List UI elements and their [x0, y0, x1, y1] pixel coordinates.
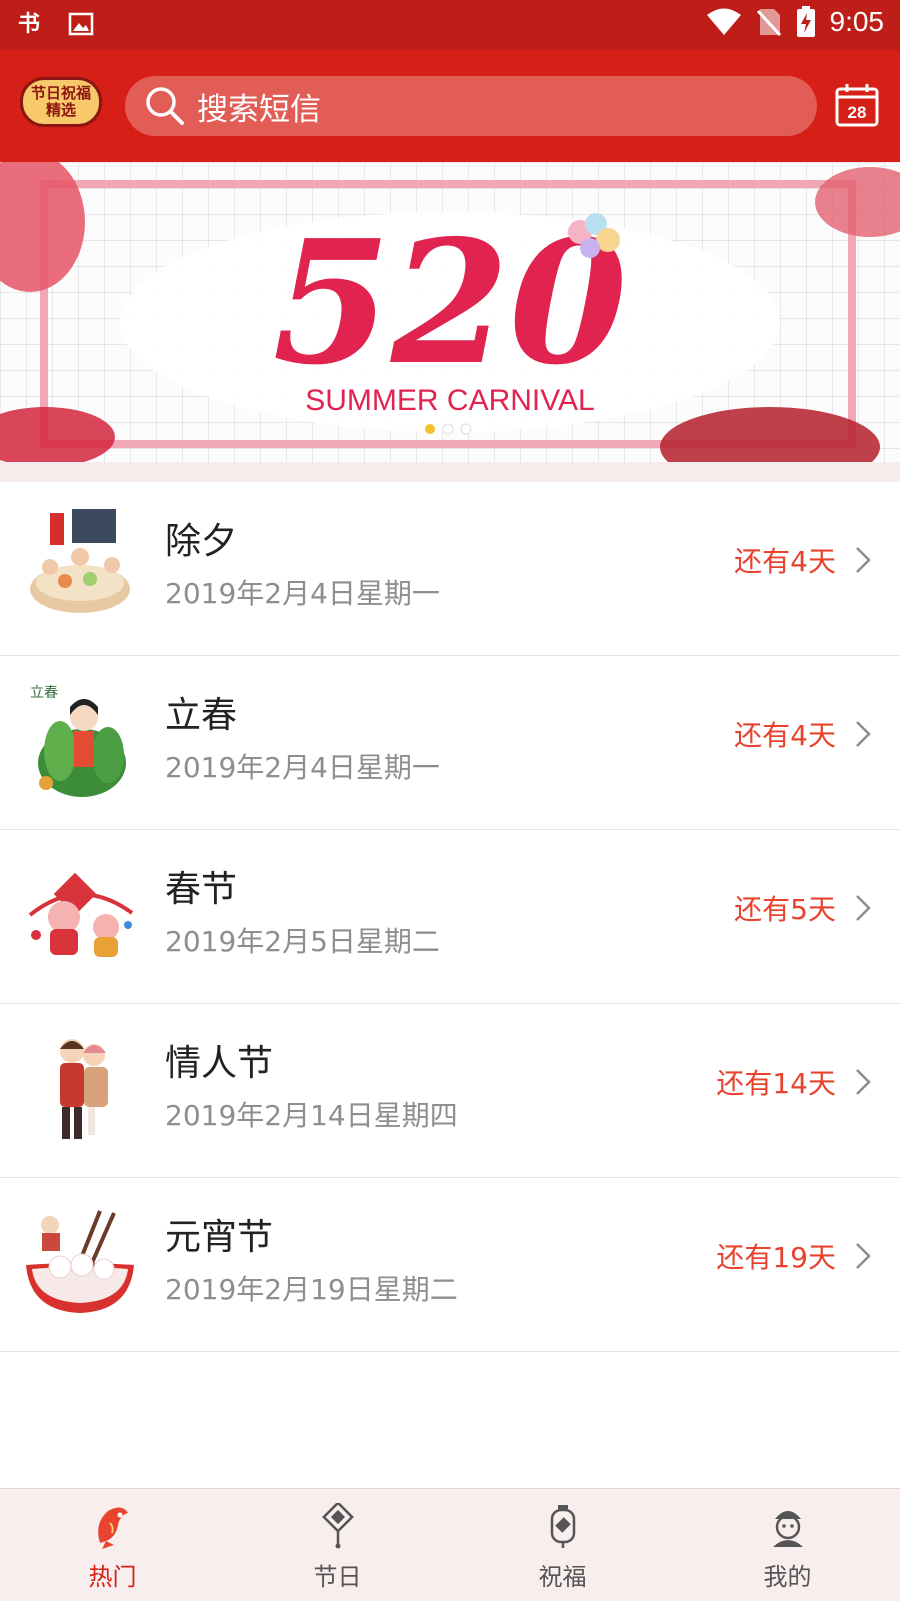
calendar-day: 28	[848, 103, 867, 122]
festival-row-yuanxiao[interactable]: 元宵节 2019年2月19日星期二 还有19天	[0, 1178, 900, 1352]
status-right: 9:05	[706, 6, 885, 38]
section-divider	[0, 462, 900, 482]
days-remaining: 还有4天	[734, 719, 836, 752]
festival-row-lichun[interactable]: 立春 立春 2019年2月4日星期一 还有4天	[0, 656, 900, 830]
festival-name: 立春	[165, 695, 238, 736]
status-bar: 书 9:05	[0, 0, 900, 50]
knot-icon	[322, 1503, 354, 1549]
reunion-dinner-thumbnail	[30, 509, 130, 613]
days-remaining: 还有5天	[734, 893, 836, 926]
banner-artwork: 520 SUMMER CARNIVAL	[0, 162, 900, 462]
tab-label: 热门	[88, 1563, 137, 1591]
battery-charging-icon	[796, 6, 815, 37]
festival-name: 春节	[165, 869, 238, 910]
spring-girl-thumbnail: 立春	[30, 685, 126, 797]
chevron-right-icon	[856, 547, 871, 573]
tangyuan-bowl-thumbnail	[26, 1210, 134, 1313]
tab-hot[interactable]: 热门	[0, 1489, 225, 1601]
chevron-right-icon	[856, 1069, 871, 1095]
tab-mine[interactable]: 我的	[675, 1489, 900, 1601]
clock: 9:05	[829, 6, 885, 37]
festival-name: 元宵节	[165, 1217, 274, 1258]
festival-row-chuxi[interactable]: 除夕 2019年2月4日星期一 还有4天	[0, 482, 900, 656]
festival-date: 2019年2月4日星期一	[165, 577, 440, 610]
chevron-right-icon	[856, 1243, 871, 1269]
fish-icon	[98, 1507, 128, 1549]
search-icon	[146, 87, 184, 125]
chevron-right-icon	[856, 721, 871, 747]
thumb-caption: 立春	[30, 685, 58, 701]
tab-blessing[interactable]: 祝福	[450, 1489, 675, 1601]
chevron-right-icon	[856, 895, 871, 921]
festival-date: 2019年2月5日星期二	[165, 925, 440, 958]
tab-label: 祝福	[538, 1563, 587, 1591]
status-left: 书	[18, 6, 94, 42]
promo-banner[interactable]: 520 SUMMER CARNIVAL	[0, 162, 900, 462]
days-remaining: 还有4天	[734, 545, 836, 578]
search-bar[interactable]: 搜索短信	[125, 76, 817, 136]
days-remaining: 还有19天	[716, 1241, 836, 1274]
person-icon	[773, 1511, 803, 1547]
days-remaining: 还有14天	[716, 1067, 836, 1100]
festival-date: 2019年2月14日星期四	[165, 1099, 458, 1132]
image-notification-icon	[68, 12, 94, 36]
couple-thumbnail	[60, 1039, 108, 1139]
calendar-icon[interactable]: 28	[834, 82, 880, 128]
festival-name: 情人节	[165, 1043, 274, 1084]
festival-row-valentines[interactable]: 情人节 2019年2月14日星期四 还有14天	[0, 1004, 900, 1178]
search-placeholder: 搜索短信	[197, 91, 321, 128]
festival-date: 2019年2月4日星期一	[165, 751, 440, 784]
carousel-dot	[460, 423, 472, 435]
bottom-tab-bar: 热门 节日 祝福 我的	[0, 1488, 900, 1601]
lantern-icon	[550, 1505, 576, 1548]
banner-subtitle: SUMMER CARNIVAL	[305, 384, 594, 417]
carousel-dot-active	[425, 424, 435, 434]
festival-list: 除夕 2019年2月4日星期一 还有4天 立春 立春 2019年2月4日星期一 …	[0, 482, 900, 1352]
carousel-dot	[442, 423, 454, 435]
festival-row-chunjie[interactable]: 春节 2019年2月5日星期二 还有5天	[0, 830, 900, 1004]
tab-label: 我的	[763, 1563, 812, 1591]
festival-date: 2019年2月19日星期二	[165, 1273, 458, 1306]
app-bar: 节日祝福 精选 搜索短信 28	[0, 50, 900, 162]
spring-festival-pigs-thumbnail	[28, 872, 134, 957]
app-notification-icon: 书	[18, 11, 41, 37]
festival-name: 除夕	[165, 521, 238, 562]
no-sim-icon	[756, 9, 781, 37]
logo-text-line1: 节日祝福	[30, 84, 91, 102]
tab-festival[interactable]: 节日	[225, 1489, 450, 1601]
logo-text-line2: 精选	[45, 101, 76, 119]
app-logo[interactable]: 节日祝福 精选	[20, 77, 102, 127]
tab-label: 节日	[313, 1563, 362, 1591]
wifi-icon	[706, 8, 741, 35]
